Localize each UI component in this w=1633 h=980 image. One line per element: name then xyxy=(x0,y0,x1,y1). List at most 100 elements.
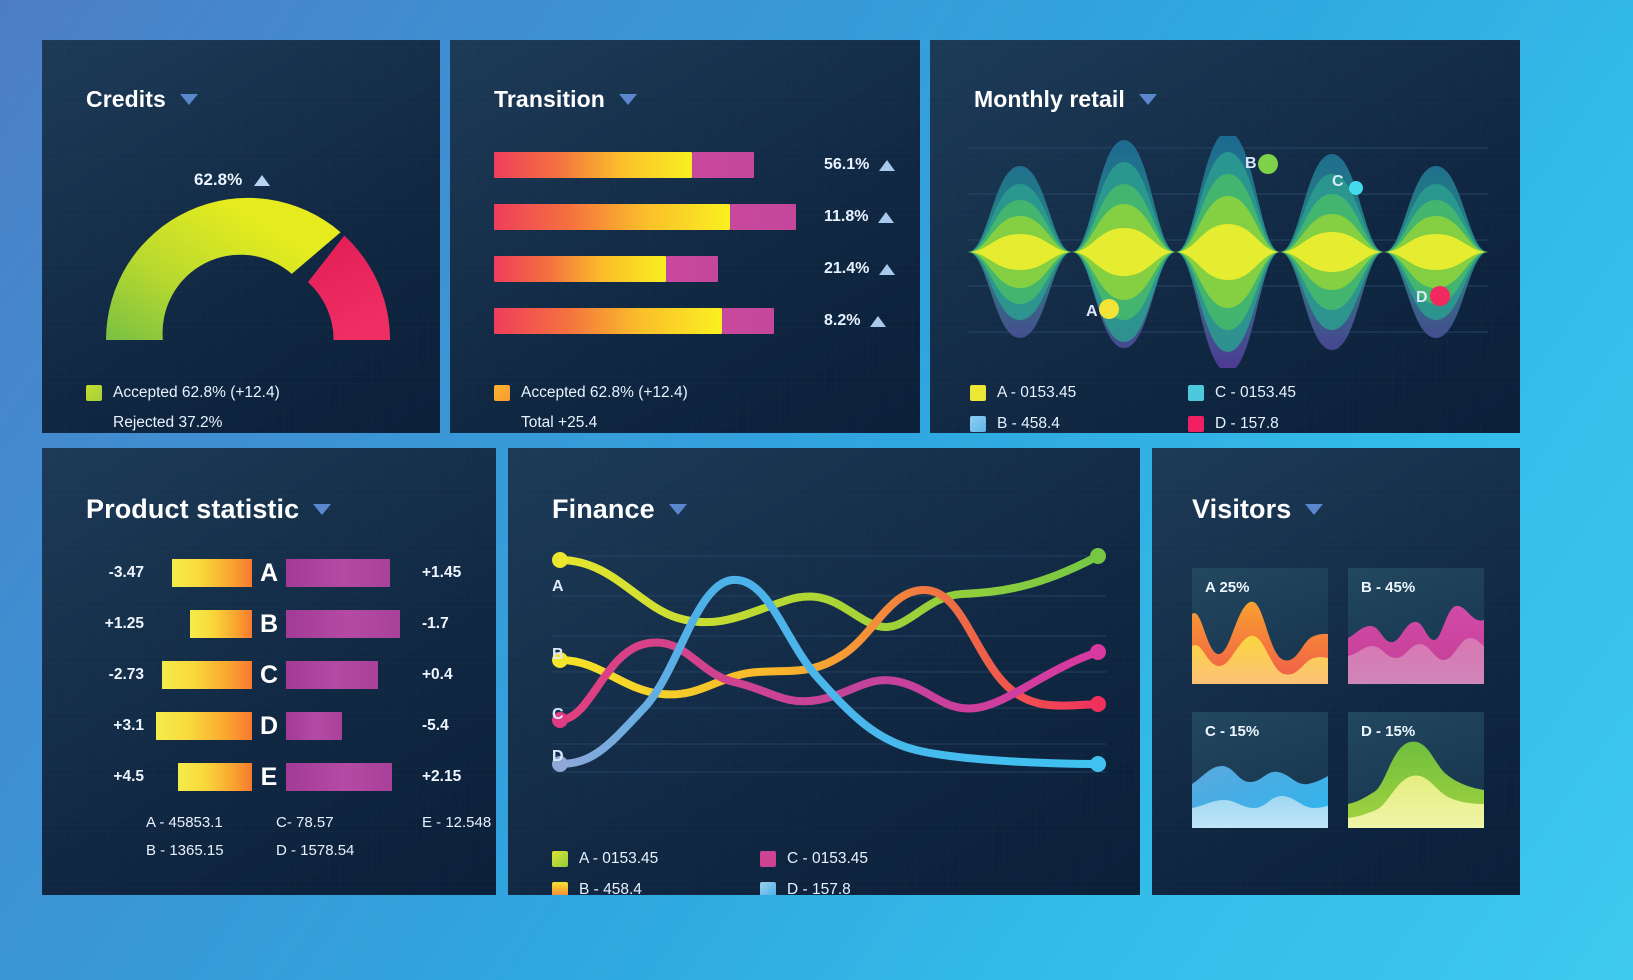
chevron-down-icon[interactable] xyxy=(1138,94,1157,105)
page-title: Monthly retail xyxy=(974,86,1125,112)
bar-remainder xyxy=(722,308,774,334)
legend-swatch-c xyxy=(1188,385,1204,401)
axis-label-a: A xyxy=(552,578,564,595)
legend-item: D - 157.8 xyxy=(760,881,868,895)
legend-swatch-a xyxy=(552,851,568,867)
row-left-value: -2.73 xyxy=(108,666,144,683)
panel-credits: Credits 62.8% Accepted 62.8% (+12.4) Rej… xyxy=(42,40,440,433)
series-a-start-dot[interactable] xyxy=(552,552,568,568)
credits-value-text: 62.8% xyxy=(194,170,243,189)
table-row[interactable]: +1.25 B -1.7 xyxy=(66,607,474,641)
row-left-value: +3.1 xyxy=(113,717,144,734)
row-right-bar xyxy=(286,661,378,689)
table-row[interactable]: +4.5 E +2.15 xyxy=(66,760,474,794)
chevron-down-icon[interactable] xyxy=(313,504,332,515)
table-row[interactable]: +3.1 D -5.4 xyxy=(66,709,474,743)
chevron-down-icon[interactable] xyxy=(618,94,637,105)
series-c-end-dot[interactable] xyxy=(1090,644,1106,660)
legend-label: Rejected 37.2% xyxy=(113,414,223,431)
visitor-card-c[interactable]: C - 15% xyxy=(1192,712,1328,828)
row-letter: D xyxy=(259,711,279,740)
trend-up-icon xyxy=(879,263,896,275)
trend-up-icon xyxy=(878,211,895,223)
bar-remainder xyxy=(666,256,718,282)
row-left-value: -3.47 xyxy=(108,564,144,581)
row-right-bar xyxy=(286,559,390,587)
dashboard-root: Credits 62.8% Accepted 62.8% (+12.4) Rej… xyxy=(0,0,1633,980)
row-right-value: +0.4 xyxy=(422,666,453,683)
bar-value: 11.8% xyxy=(824,208,895,226)
row-right-bar-box xyxy=(286,559,410,587)
trend-up-icon xyxy=(254,174,271,186)
gauge-rejected-arc xyxy=(308,235,390,340)
marker-c-dot[interactable] xyxy=(1349,181,1363,195)
transition-header[interactable]: Transition xyxy=(494,88,637,111)
legend-label: D - 157.8 xyxy=(787,881,851,895)
row-left-bar-box xyxy=(156,610,252,638)
legend-item: B - 458.4 xyxy=(970,415,1188,433)
chevron-down-icon[interactable] xyxy=(1305,504,1324,515)
row-right-bar-box xyxy=(286,712,410,740)
total-item: E - 12.548 xyxy=(422,814,492,831)
card-label: B - 45% xyxy=(1361,579,1416,596)
legend-item: A - 0153.45 xyxy=(970,384,1188,402)
row-left-bar xyxy=(156,712,252,740)
bar-row[interactable]: 8.2% xyxy=(494,306,887,336)
row-right-value: -5.4 xyxy=(422,717,449,734)
series-a-end-dot[interactable] xyxy=(1090,548,1106,564)
visitors-header[interactable]: Visitors xyxy=(1192,494,1324,524)
row-left-bar xyxy=(162,661,252,689)
legend-label: Accepted 62.8% (+12.4) xyxy=(113,384,280,401)
bar-row[interactable]: 21.4% xyxy=(494,254,896,284)
legend-item: C - 0153.45 xyxy=(1188,384,1296,402)
product-statistic-header[interactable]: Product statistic xyxy=(86,496,332,523)
panel-product-statistic: Product statistic -3.47 A +1.45 +1.25 B … xyxy=(42,448,496,895)
credits-legend: Accepted 62.8% (+12.4) Rejected 37.2% xyxy=(86,384,280,433)
marker-d-dot[interactable] xyxy=(1430,286,1450,306)
marker-a-dot[interactable] xyxy=(1099,299,1119,319)
bar-row[interactable]: 11.8% xyxy=(494,202,895,232)
bar-remainder xyxy=(692,152,754,178)
marker-d-label: D xyxy=(1416,289,1428,306)
monthly-retail-wave-chart: A B C D xyxy=(968,136,1488,368)
row-right-value: +1.45 xyxy=(422,564,462,581)
legend-label: C - 0153.45 xyxy=(787,850,868,867)
table-row[interactable]: -3.47 A +1.45 xyxy=(66,556,474,590)
legend-swatch-c xyxy=(760,851,776,867)
series-d-end-dot[interactable] xyxy=(1090,756,1106,772)
finance-line-chart xyxy=(552,548,1106,773)
bar-accepted xyxy=(494,308,722,334)
page-title: Visitors xyxy=(1192,494,1292,524)
marker-b-dot[interactable] xyxy=(1258,154,1278,174)
finance-header[interactable]: Finance xyxy=(552,496,687,523)
credits-header[interactable]: Credits xyxy=(86,88,198,111)
legend-swatch-b xyxy=(552,882,568,895)
row-right-bar xyxy=(286,763,392,791)
visitor-card-d[interactable]: D - 15% xyxy=(1348,712,1484,828)
axis-label-c: C xyxy=(552,706,564,723)
row-left-bar xyxy=(178,763,252,791)
visitor-card-b[interactable]: B - 45% xyxy=(1348,568,1484,684)
panel-finance: Finance A B C D A - 0153.45 C - 0153.45 … xyxy=(508,448,1140,895)
bar-accepted xyxy=(494,152,692,178)
visitor-card-a[interactable]: A 25% xyxy=(1192,568,1328,684)
transition-bars: 56.1% 11.8% 21.4% 8.2% xyxy=(494,150,896,358)
row-right-bar-box xyxy=(286,763,410,791)
total-item: C- 78.57 xyxy=(276,814,334,831)
total-item: D - 1578.54 xyxy=(276,842,355,859)
series-a-line xyxy=(556,552,1102,632)
legend-item: Total +25.4 xyxy=(494,414,688,432)
chevron-down-icon[interactable] xyxy=(668,504,687,515)
table-row[interactable]: -2.73 C +0.4 xyxy=(66,658,474,692)
chevron-down-icon[interactable] xyxy=(179,94,198,105)
legend-item: Rejected 37.2% xyxy=(86,414,280,432)
legend-label: A - 0153.45 xyxy=(997,384,1077,401)
panel-transition: Transition 56.1% 11.8% 21.4% 8.2% Accept… xyxy=(450,40,920,433)
series-b-end-dot[interactable] xyxy=(1090,696,1106,712)
row-left-value: +4.5 xyxy=(113,768,144,785)
bar-row[interactable]: 56.1% xyxy=(494,150,896,180)
legend-swatch-accepted xyxy=(494,385,510,401)
page-title: Credits xyxy=(86,86,166,112)
card-label: D - 15% xyxy=(1361,723,1416,740)
monthly-retail-header[interactable]: Monthly retail xyxy=(974,88,1157,111)
